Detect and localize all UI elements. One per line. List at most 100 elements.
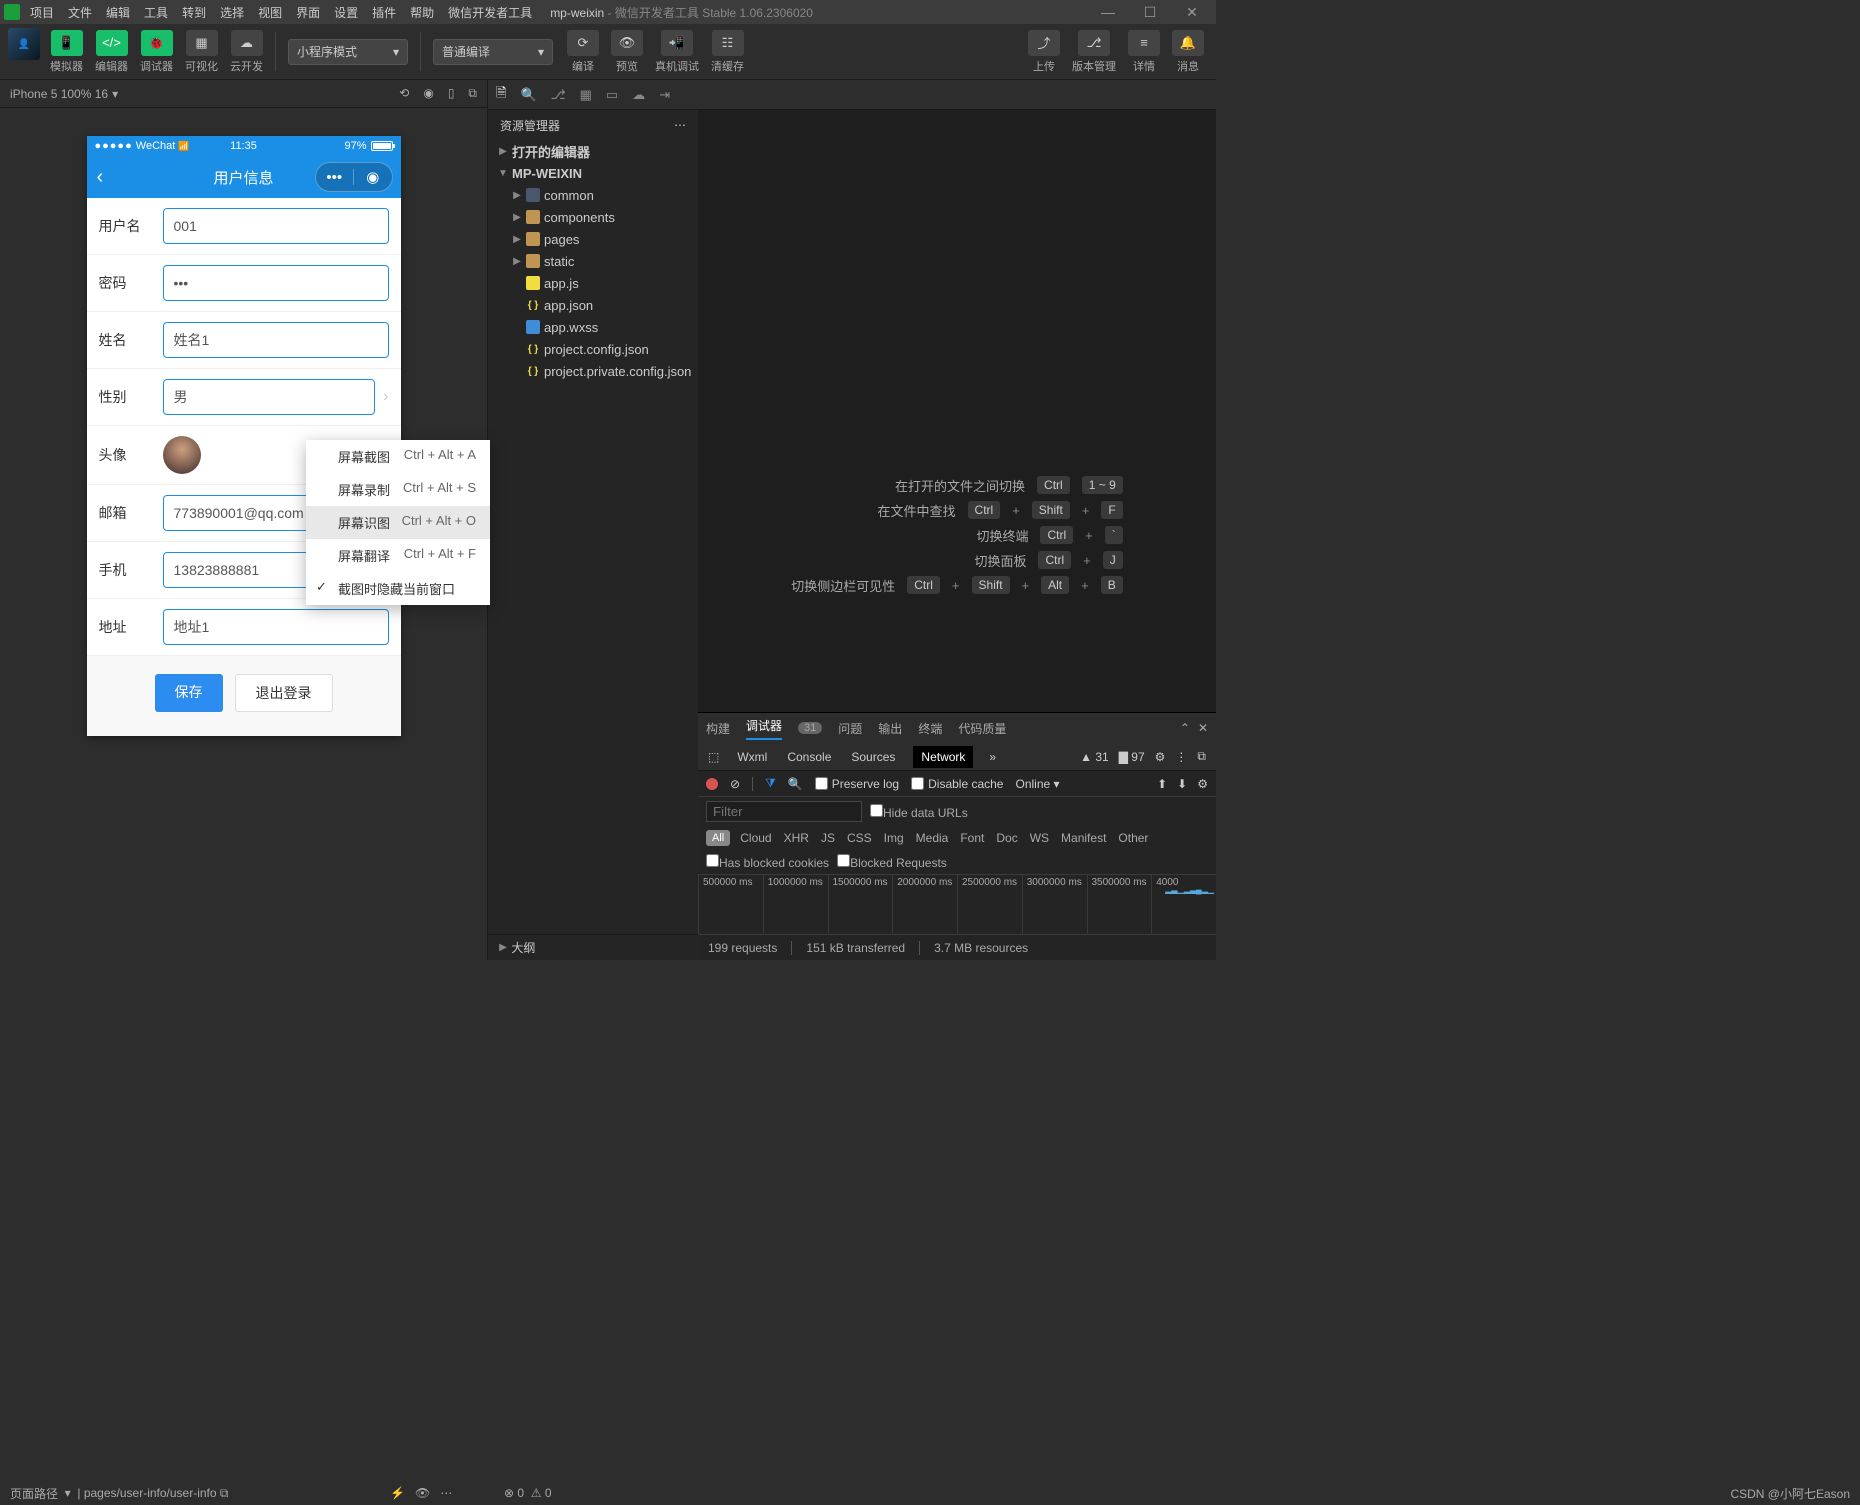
menu-interface[interactable]: 界面 xyxy=(290,2,326,23)
menu-plugin[interactable]: 插件 xyxy=(366,2,402,23)
record-icon[interactable]: ◉ xyxy=(423,86,433,101)
tab-terminal[interactable]: 终端 xyxy=(918,720,942,737)
version-button[interactable]: ⎇ xyxy=(1078,30,1110,56)
copy-icon[interactable]: ⧉ xyxy=(220,1486,229,1501)
menu-select[interactable]: 选择 xyxy=(214,2,250,23)
logout-button[interactable]: 退出登录 xyxy=(235,674,333,712)
file-tree-item[interactable]: app.wxss xyxy=(488,316,698,338)
upload-har-icon[interactable]: ⬆ xyxy=(1157,777,1167,791)
capsule-menu-icon[interactable]: ••• xyxy=(316,169,354,186)
file-tree-item[interactable]: { }app.json xyxy=(488,294,698,316)
layout-icon[interactable]: ▭ xyxy=(606,87,618,103)
files-icon[interactable]: 🗎 xyxy=(496,84,506,106)
blocked-cookies-checkbox[interactable]: Has blocked cookies xyxy=(706,854,829,870)
context-menu-item[interactable]: 屏幕录制Ctrl + Alt + S xyxy=(306,473,490,506)
outline-section[interactable]: 大纲 xyxy=(511,939,535,956)
file-tree-item[interactable]: ▶common xyxy=(488,184,698,206)
more-icon[interactable]: ⋯ xyxy=(440,1486,452,1500)
cloud-button[interactable]: ☁ xyxy=(231,30,263,56)
compile-button[interactable]: ⟳ xyxy=(567,30,599,56)
page-path[interactable]: pages/user-info/user-info xyxy=(84,1486,217,1500)
address-input[interactable]: 地址1 xyxy=(163,609,389,645)
device-icon[interactable]: ▯ xyxy=(448,86,455,101)
explorer-section[interactable]: ▶打开的编辑器 xyxy=(488,140,698,162)
filter-type-css[interactable]: CSS xyxy=(845,831,874,845)
tab-wxml[interactable]: Wxml xyxy=(735,746,769,768)
compile-select[interactable]: 普通编译▾ xyxy=(433,39,553,65)
debugger-button[interactable]: 🐞 xyxy=(141,30,173,56)
eye-icon[interactable]: 👁 xyxy=(415,1486,430,1500)
tab-build[interactable]: 构建 xyxy=(706,720,730,737)
save-button[interactable]: 保存 xyxy=(155,674,223,712)
info-badge[interactable]: ▇ 97 xyxy=(1119,750,1145,764)
editor-button[interactable]: </> xyxy=(96,30,128,56)
gender-select[interactable]: 男 xyxy=(163,379,376,415)
menu-help[interactable]: 帮助 xyxy=(404,2,440,23)
kebab-icon[interactable]: ⋮ xyxy=(1175,750,1187,764)
file-tree-item[interactable]: ▶pages xyxy=(488,228,698,250)
filter-type-font[interactable]: Font xyxy=(958,831,986,845)
mode-select[interactable]: 小程序模式▾ xyxy=(288,39,408,65)
minimize-button[interactable]: — xyxy=(1088,0,1128,24)
close-button[interactable]: ✕ xyxy=(1172,0,1212,24)
maximize-button[interactable]: ☐ xyxy=(1130,0,1170,24)
avatar-image[interactable] xyxy=(163,436,201,474)
explorer-section[interactable]: ▼MP-WEIXIN xyxy=(488,162,698,184)
filter-type-other[interactable]: Other xyxy=(1116,831,1150,845)
menu-wxdevtools[interactable]: 微信开发者工具 xyxy=(442,2,538,23)
throttle-select[interactable]: Online ▾ xyxy=(1015,777,1059,791)
file-tree-item[interactable]: ▶components xyxy=(488,206,698,228)
clear-icon[interactable]: ⊘ xyxy=(730,777,740,791)
password-input[interactable]: ••• xyxy=(163,265,389,301)
exit-icon[interactable]: ⇥ xyxy=(659,87,670,103)
context-menu-item[interactable]: 屏幕截图Ctrl + Alt + A xyxy=(306,440,490,473)
file-tree-item[interactable]: app.js xyxy=(488,272,698,294)
menu-file[interactable]: 文件 xyxy=(62,2,98,23)
blocks-icon[interactable]: ▦ xyxy=(580,87,592,103)
menu-goto[interactable]: 转到 xyxy=(176,2,212,23)
upload-button[interactable]: ⤴ xyxy=(1028,30,1060,56)
refresh-icon[interactable]: ⟲ xyxy=(399,86,409,101)
file-tree-item[interactable]: ▶static xyxy=(488,250,698,272)
simulator-button[interactable]: 📱 xyxy=(51,30,83,56)
details-button[interactable]: ≡ xyxy=(1128,30,1160,56)
remote-debug-button[interactable]: 📲 xyxy=(661,30,693,56)
tab-console[interactable]: Console xyxy=(785,746,833,768)
file-tree-item[interactable]: { }project.private.config.json xyxy=(488,360,698,382)
cloud-icon[interactable]: ☁ xyxy=(632,87,645,103)
messages-button[interactable]: 🔔 xyxy=(1172,30,1204,56)
warning-badge[interactable]: ▲ 31 xyxy=(1080,750,1109,764)
tab-output[interactable]: 输出 xyxy=(878,720,902,737)
tab-sources[interactable]: Sources xyxy=(849,746,897,768)
gear-icon[interactable]: ⚙ xyxy=(1155,750,1166,764)
chevron-up-icon[interactable]: ⌃ xyxy=(1180,721,1190,735)
more-tabs-icon[interactable]: » xyxy=(989,750,996,764)
user-avatar[interactable]: 👤 xyxy=(8,28,40,60)
filter-type-js[interactable]: JS xyxy=(819,831,837,845)
blocked-requests-checkbox[interactable]: Blocked Requests xyxy=(837,854,947,870)
tab-network[interactable]: Network xyxy=(913,746,973,768)
back-icon[interactable]: ‹ xyxy=(97,166,104,189)
filter-type-cloud[interactable]: Cloud xyxy=(738,831,773,845)
device-label[interactable]: iPhone 5 100% 16 xyxy=(10,87,108,101)
close-icon[interactable]: ✕ xyxy=(1198,721,1208,735)
network-timeline[interactable]: ▂▃▁▂▃▄▂▁ 500000 ms1000000 ms1500000 ms20… xyxy=(698,874,1216,934)
context-menu-item[interactable]: 屏幕翻译Ctrl + Alt + F xyxy=(306,539,490,572)
context-menu-item[interactable]: 屏幕识图Ctrl + Alt + O xyxy=(306,506,490,539)
filter-icon[interactable]: ⧩ xyxy=(765,776,776,791)
username-input[interactable]: 001 xyxy=(163,208,389,244)
filter-type-doc[interactable]: Doc xyxy=(994,831,1019,845)
filter-type-xhr[interactable]: XHR xyxy=(782,831,811,845)
inspect-icon[interactable]: ⬚ xyxy=(708,750,719,764)
branch-icon[interactable]: ⎇ xyxy=(551,87,566,103)
clear-cache-button[interactable]: ☷ xyxy=(712,30,744,56)
download-har-icon[interactable]: ⬇ xyxy=(1177,777,1187,791)
preserve-log-checkbox[interactable]: Preserve log xyxy=(815,777,899,791)
filter-type-img[interactable]: Img xyxy=(882,831,906,845)
perf-icon[interactable]: ⚡ xyxy=(390,1486,405,1500)
filter-type-ws[interactable]: WS xyxy=(1028,831,1051,845)
filter-type-media[interactable]: Media xyxy=(914,831,951,845)
context-menu-item[interactable]: ✓截图时隐藏当前窗口 xyxy=(306,572,490,605)
filter-input[interactable] xyxy=(706,801,862,822)
file-tree-item[interactable]: { }project.config.json xyxy=(488,338,698,360)
